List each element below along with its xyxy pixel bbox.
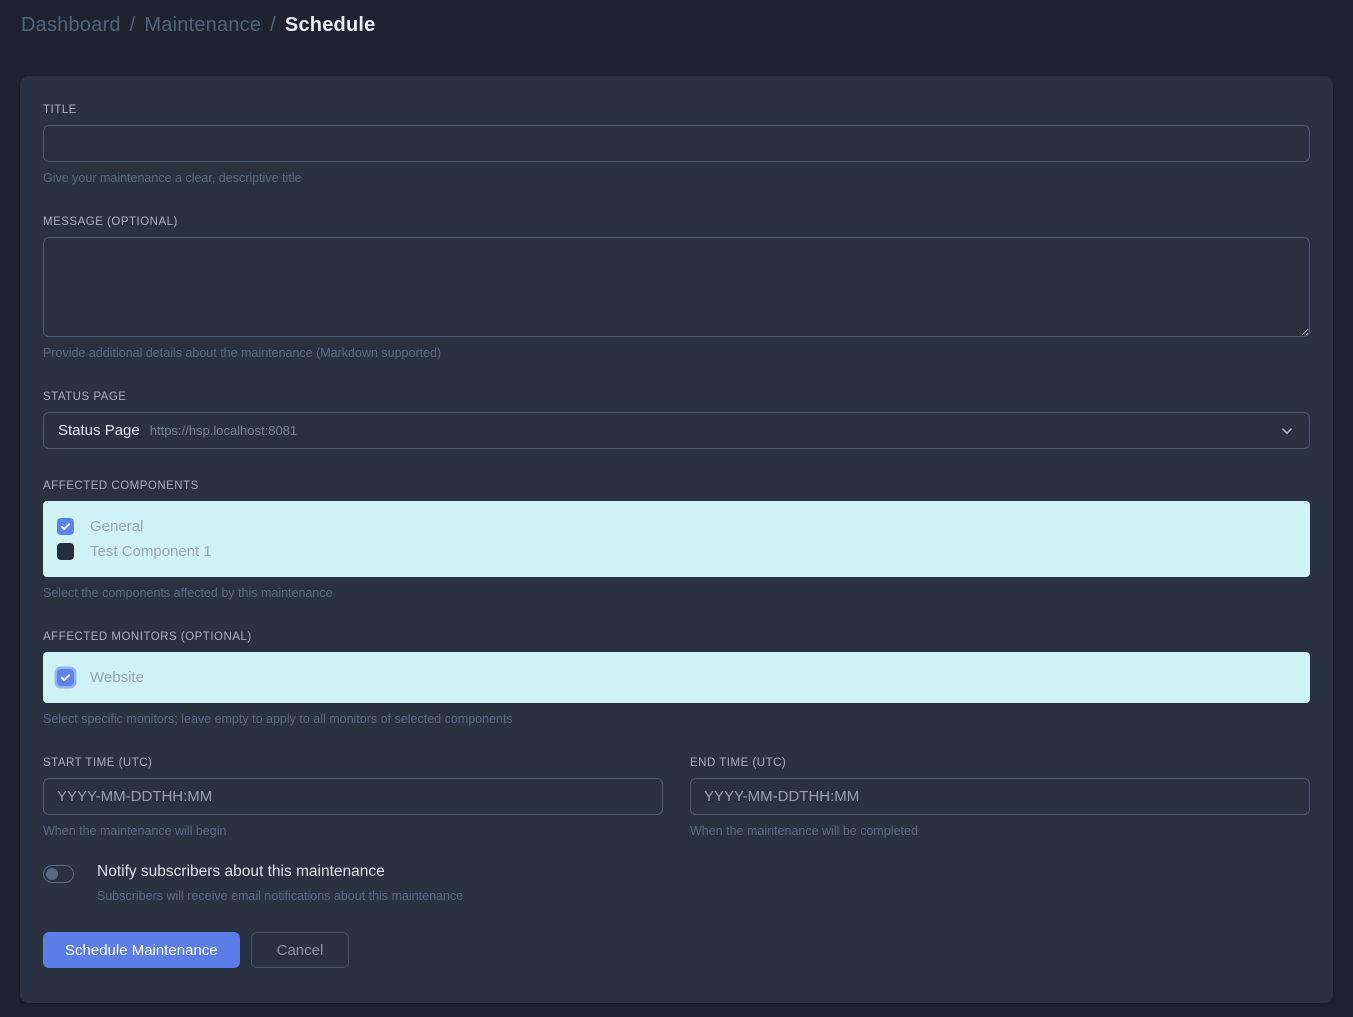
cancel-button[interactable]: Cancel	[251, 932, 350, 968]
end-time-helper: When the maintenance will be completed	[690, 824, 1310, 838]
breadcrumb-separator: /	[270, 14, 276, 37]
top-bar: Dashboard / Maintenance / Schedule	[0, 0, 1353, 50]
chevron-down-icon	[1279, 423, 1295, 439]
affected-components-field-group: AFFECTED COMPONENTS General Test Compone…	[43, 480, 1310, 600]
status-page-field-group: STATUS PAGE Status Page https://hsp.loca…	[43, 391, 1310, 449]
breadcrumb: Dashboard / Maintenance / Schedule	[21, 14, 375, 37]
end-time-label: END TIME (UTC)	[690, 757, 1310, 769]
affected-monitors-helper: Select specific monitors; leave empty to…	[43, 712, 1310, 726]
monitor-option-website[interactable]: Website	[57, 665, 1296, 690]
start-time-input[interactable]	[43, 778, 663, 815]
start-time-field-group: START TIME (UTC) When the maintenance wi…	[43, 757, 663, 838]
component-option-label: General	[90, 518, 143, 535]
component-option-label: Test Component 1	[90, 543, 212, 560]
notify-subscribers-row: Notify subscribers about this maintenanc…	[43, 863, 1310, 903]
affected-components-panel: General Test Component 1	[43, 501, 1310, 577]
affected-monitors-panel: Website	[43, 652, 1310, 703]
form-actions: Schedule Maintenance Cancel	[43, 932, 1310, 968]
component-option-test-component-1[interactable]: Test Component 1	[57, 539, 1296, 564]
notify-subscribers-helper: Subscribers will receive email notificat…	[97, 889, 463, 903]
status-page-select[interactable]: Status Page https://hsp.localhost:8081	[43, 412, 1310, 449]
affected-monitors-field-group: AFFECTED MONITORS (OPTIONAL) Website Sel…	[43, 631, 1310, 726]
message-textarea[interactable]	[43, 237, 1310, 337]
notify-subscribers-texts: Notify subscribers about this maintenanc…	[97, 863, 463, 903]
status-page-label: STATUS PAGE	[43, 391, 1310, 403]
status-page-selected-url: https://hsp.localhost:8081	[150, 423, 297, 438]
schedule-maintenance-form-card: TITLE Give your maintenance a clear, des…	[20, 76, 1333, 1003]
end-time-field-group: END TIME (UTC) When the maintenance will…	[690, 757, 1310, 838]
title-field-group: TITLE Give your maintenance a clear, des…	[43, 104, 1310, 185]
title-input[interactable]	[43, 125, 1310, 162]
end-time-input[interactable]	[690, 778, 1310, 815]
affected-components-helper: Select the components affected by this m…	[43, 586, 1310, 600]
monitor-option-label: Website	[90, 669, 144, 686]
message-label: MESSAGE (OPTIONAL)	[43, 216, 1310, 228]
breadcrumb-separator: /	[130, 14, 136, 37]
notify-subscribers-label: Notify subscribers about this maintenanc…	[97, 863, 463, 881]
start-time-helper: When the maintenance will begin	[43, 824, 663, 838]
breadcrumb-current-schedule: Schedule	[285, 14, 376, 37]
time-fields-row: START TIME (UTC) When the maintenance wi…	[43, 757, 1310, 838]
checkbox-icon[interactable]	[57, 543, 74, 560]
affected-components-label: AFFECTED COMPONENTS	[43, 480, 1310, 492]
checkbox-icon[interactable]	[57, 518, 74, 535]
notify-subscribers-toggle[interactable]	[43, 865, 74, 883]
breadcrumb-link-maintenance[interactable]: Maintenance	[144, 14, 261, 37]
title-label: TITLE	[43, 104, 1310, 116]
schedule-maintenance-button[interactable]: Schedule Maintenance	[43, 932, 240, 968]
title-helper: Give your maintenance a clear, descripti…	[43, 171, 1310, 185]
message-field-group: MESSAGE (OPTIONAL) Provide additional de…	[43, 216, 1310, 360]
status-page-selected-name: Status Page	[58, 422, 140, 439]
message-helper: Provide additional details about the mai…	[43, 346, 1310, 360]
affected-monitors-label: AFFECTED MONITORS (OPTIONAL)	[43, 631, 1310, 643]
component-option-general[interactable]: General	[57, 514, 1296, 539]
start-time-label: START TIME (UTC)	[43, 757, 663, 769]
breadcrumb-link-dashboard[interactable]: Dashboard	[21, 14, 121, 37]
checkbox-icon[interactable]	[57, 669, 74, 686]
toggle-knob	[46, 868, 58, 880]
